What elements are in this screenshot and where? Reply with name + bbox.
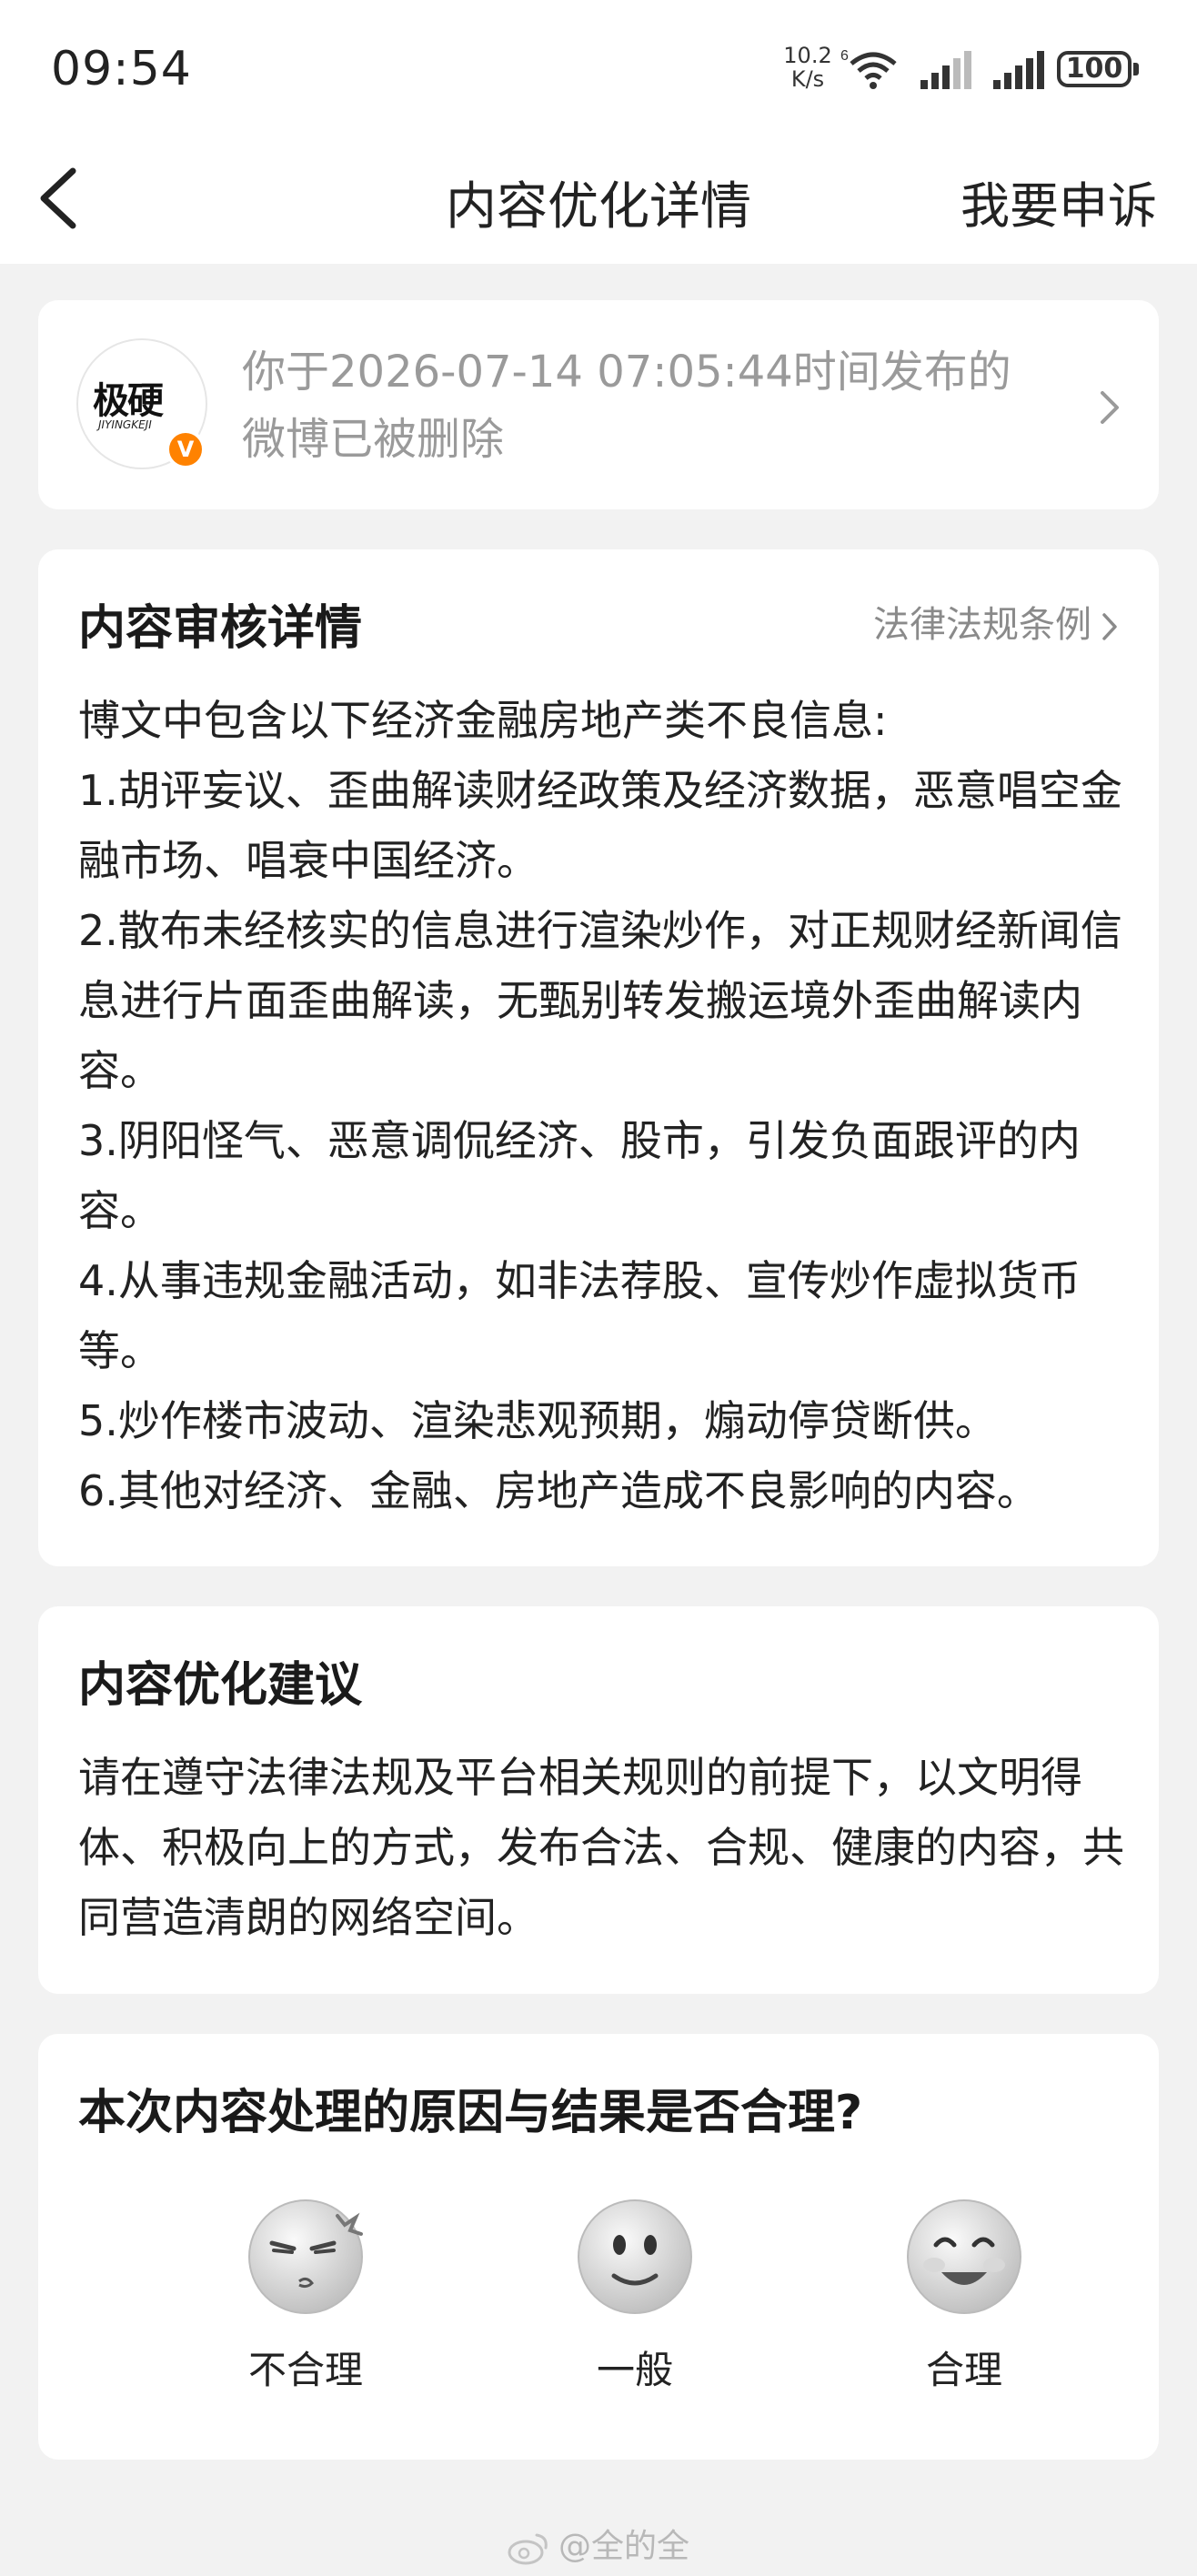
verified-badge: V bbox=[166, 429, 206, 469]
avatar-logo-subtext: JIYINGKEJI bbox=[98, 418, 152, 431]
appeal-button[interactable]: 我要申诉 bbox=[961, 166, 1157, 237]
suggestion-title: 内容优化建议 bbox=[78, 1658, 363, 1713]
avatar-logo-text: 极硬 bbox=[93, 379, 164, 422]
review-item: 5.炒作楼市波动、渲染悲观预期，煽动停贷断供。 bbox=[78, 1396, 997, 1445]
watermark-handle: @全的全 bbox=[558, 2528, 689, 2565]
post-deleted-line-1: 你于2026-07-14 07:05:44时间发布的 bbox=[242, 347, 1011, 397]
optimization-suggestion-card: 内容优化建议 请在遵守法律法规及平台相关规则的前提下，以文明得体、积极向上的方式… bbox=[38, 1606, 1159, 1994]
angry-face-icon bbox=[248, 2199, 363, 2314]
network-speed-value: 10.2 bbox=[783, 43, 832, 68]
review-details-card: 内容审核详情 法律法规条例 博文中包含以下经济金融房地产类不良信息: 1.胡评妄… bbox=[38, 549, 1159, 1566]
law-regulations-label: 法律法规条例 bbox=[873, 604, 1091, 646]
suggestion-body: 请在遵守法律法规及平台相关规则的前提下，以文明得体、积极向上的方式，发布合法、合… bbox=[78, 1753, 1124, 1942]
chevron-right-icon bbox=[1101, 391, 1119, 424]
chevron-right-icon bbox=[1102, 613, 1117, 640]
watermark: @全的全 bbox=[0, 2520, 1197, 2567]
signal-strength-icon-2 bbox=[993, 51, 1044, 89]
rating-reasonable[interactable]: 合理 bbox=[873, 2198, 1055, 2407]
weibo-logo-icon bbox=[508, 2533, 548, 2565]
post-deleted-message: 你于2026-07-14 07:05:44时间发布的 微博已被删除 bbox=[242, 338, 1061, 473]
rating-average[interactable]: 一般 bbox=[544, 2198, 726, 2407]
post-deleted-line-2: 微博已被删除 bbox=[242, 414, 505, 465]
navigation-bar: 内容优化详情 我要申诉 bbox=[0, 136, 1197, 264]
status-bar: 09:54 10.2 K/s 6 100 bbox=[0, 0, 1197, 136]
review-item: 1.胡评妄议、歪曲解读财经政策及经济数据，恶意唱空金融市场、唱衰中国经济。 bbox=[78, 766, 1122, 885]
battery-indicator: 100 bbox=[1057, 51, 1139, 87]
deleted-post-card[interactable]: 极硬 JIYINGKEJI V 你于2026-07-14 07:05:44时间发… bbox=[38, 300, 1159, 509]
network-speed: 10.2 K/s bbox=[780, 44, 835, 91]
review-details-title: 内容审核详情 bbox=[78, 601, 363, 656]
review-item: 2.散布未经核实的信息进行渲染炒作，对正规财经新闻信息进行片面歪曲解读，无甄别转… bbox=[78, 906, 1122, 1095]
review-intro: 博文中包含以下经济金融房地产类不良信息: bbox=[78, 696, 888, 745]
review-item: 6.其他对经济、金融、房地产造成不良影响的内容。 bbox=[78, 1466, 1039, 1515]
rating-label: 合理 bbox=[925, 2348, 1002, 2392]
rating-label: 一般 bbox=[596, 2348, 673, 2392]
wifi-badge: 6 bbox=[840, 48, 849, 64]
rating-label: 不合理 bbox=[247, 2348, 363, 2392]
review-details-body: 博文中包含以下经济金融房地产类不良信息: 1.胡评妄议、歪曲解读财经政策及经济数… bbox=[78, 686, 1124, 1526]
law-regulations-link[interactable]: 法律法规条例 bbox=[873, 595, 1119, 648]
feedback-question: 本次内容处理的原因与结果是否合理? bbox=[78, 2086, 863, 2140]
clock: 09:54 bbox=[51, 42, 192, 96]
feedback-card: 本次内容处理的原因与结果是否合理? 不合理 一般 合理 bbox=[38, 2034, 1159, 2460]
review-item: 3.阴阳怪气、恶意调侃经济、股市，引发负面跟评的内容。 bbox=[78, 1116, 1081, 1235]
signal-strength-icon bbox=[920, 51, 971, 89]
neutral-face-icon bbox=[578, 2199, 692, 2314]
review-item: 4.从事违规金融活动，如非法荐股、宣传炒作虚拟货币等。 bbox=[78, 1256, 1081, 1375]
wifi-icon: 6 bbox=[840, 48, 897, 89]
happy-face-icon bbox=[907, 2199, 1021, 2314]
network-speed-unit: K/s bbox=[790, 66, 825, 92]
rating-unreasonable[interactable]: 不合理 bbox=[215, 2198, 397, 2407]
